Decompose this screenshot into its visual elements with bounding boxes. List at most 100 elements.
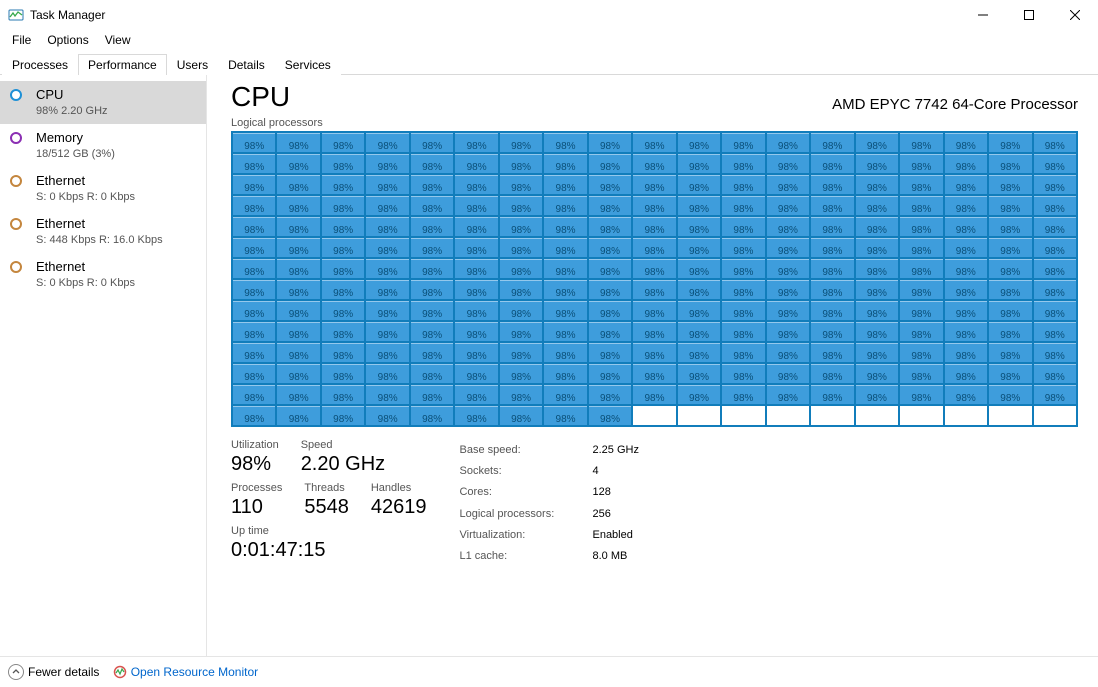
lp-cell: 98% — [632, 363, 676, 384]
lp-cell: 98% — [543, 195, 587, 216]
lp-cell: 98% — [588, 153, 632, 174]
lp-cell: 98% — [276, 258, 320, 279]
threads-label: Threads — [304, 482, 349, 494]
lp-cell: 98% — [543, 237, 587, 258]
lp-cell: 98% — [365, 279, 409, 300]
lp-cell: 98% — [588, 237, 632, 258]
lp-cell: 98% — [1033, 237, 1077, 258]
lp-cell: 98% — [899, 342, 943, 363]
sidebar-item-ethernet-0[interactable]: Ethernet S: 0 Kbps R: 0 Kbps — [0, 167, 206, 210]
tab-details[interactable]: Details — [218, 54, 275, 75]
lp-cell: 98% — [855, 258, 899, 279]
lp-cell: 98% — [899, 132, 943, 153]
stats-section: Utilization 98% Speed 2.20 GHz Processes… — [231, 439, 1078, 568]
lp-cell: 98% — [588, 342, 632, 363]
lp-cell: 98% — [632, 216, 676, 237]
lp-cell: 98% — [321, 279, 365, 300]
lp-cell: 98% — [899, 321, 943, 342]
menu-options[interactable]: Options — [39, 31, 96, 49]
sidebar-item-ethernet-2[interactable]: Ethernet S: 0 Kbps R: 0 Kbps — [0, 253, 206, 296]
menu-file[interactable]: File — [4, 31, 39, 49]
device-name: AMD EPYC 7742 64-Core Processor — [832, 96, 1078, 113]
lp-cell: 98% — [855, 384, 899, 405]
lp-cell: 98% — [632, 384, 676, 405]
lp-cell: 98% — [944, 216, 988, 237]
lp-cell: 98% — [899, 174, 943, 195]
lp-cell: 98% — [454, 258, 498, 279]
lp-cell: 98% — [499, 195, 543, 216]
open-resource-monitor-link[interactable]: Open Resource Monitor — [113, 665, 258, 680]
lp-cell: 98% — [810, 384, 854, 405]
lp-cell: 98% — [810, 153, 854, 174]
tab-services[interactable]: Services — [275, 54, 341, 75]
lp-cell: 98% — [499, 405, 543, 426]
lp-cell: 98% — [766, 174, 810, 195]
lp-cell: 98% — [588, 321, 632, 342]
content-pane: CPU AMD EPYC 7742 64-Core Processor Logi… — [207, 75, 1098, 656]
speed-value: 2.20 GHz — [301, 453, 385, 476]
lp-cell: 98% — [632, 174, 676, 195]
tab-performance[interactable]: Performance — [78, 54, 167, 75]
lp-cell: 98% — [321, 300, 365, 321]
sidebar-cpu-title: CPU — [36, 87, 108, 103]
lp-cell: 98% — [410, 363, 454, 384]
sidebar-item-cpu[interactable]: CPU 98% 2.20 GHz — [0, 81, 206, 124]
lp-cell: 98% — [677, 321, 721, 342]
lp-cell: 98% — [810, 279, 854, 300]
lp-cell: 98% — [588, 216, 632, 237]
lp-cell: 98% — [810, 216, 854, 237]
lp-cell: 98% — [276, 195, 320, 216]
lp-cell: 98% — [944, 363, 988, 384]
lp-cell — [677, 405, 721, 426]
lp-cell: 98% — [766, 384, 810, 405]
lp-cell: 98% — [232, 258, 276, 279]
lp-cell: 98% — [944, 342, 988, 363]
cores-value: 128 — [591, 483, 639, 502]
fewer-details-button[interactable]: Fewer details — [8, 664, 99, 680]
tab-processes[interactable]: Processes — [2, 54, 78, 75]
close-button[interactable] — [1052, 0, 1098, 30]
lp-cell: 98% — [855, 153, 899, 174]
lp-cell: 98% — [677, 153, 721, 174]
lp-label: Logical processors: — [458, 504, 589, 523]
tab-users[interactable]: Users — [167, 54, 218, 75]
menu-view[interactable]: View — [97, 31, 139, 49]
lp-cell: 98% — [1033, 216, 1077, 237]
lp-cell: 98% — [410, 153, 454, 174]
lp-cell — [899, 405, 943, 426]
lp-cell: 98% — [899, 363, 943, 384]
lp-cell: 98% — [988, 342, 1032, 363]
logical-processors-grid[interactable]: 98%98%98%98%98%98%98%98%98%98%98%98%98%9… — [231, 131, 1078, 427]
lp-cell: 98% — [365, 258, 409, 279]
uptime-label: Up time — [231, 525, 426, 537]
sidebar-item-memory[interactable]: Memory 18/512 GB (3%) — [0, 124, 206, 167]
sidebar-eth0-sub: S: 0 Kbps R: 0 Kbps — [36, 190, 135, 204]
lp-cell: 98% — [410, 342, 454, 363]
lp-cell: 98% — [1033, 300, 1077, 321]
lp-cell: 98% — [365, 195, 409, 216]
lp-cell: 98% — [721, 237, 765, 258]
handles-label: Handles — [371, 482, 427, 494]
handles-value: 42619 — [371, 496, 427, 519]
maximize-button[interactable] — [1006, 0, 1052, 30]
lp-cell — [1033, 405, 1077, 426]
sidebar-memory-sub: 18/512 GB (3%) — [36, 147, 115, 161]
minimize-button[interactable] — [960, 0, 1006, 30]
lp-cell — [632, 405, 676, 426]
lp-cell: 98% — [232, 216, 276, 237]
lp-cell: 98% — [988, 237, 1032, 258]
lp-cell: 98% — [499, 132, 543, 153]
sidebar-item-ethernet-1[interactable]: Ethernet S: 448 Kbps R: 16.0 Kbps — [0, 210, 206, 253]
lp-cell: 98% — [410, 195, 454, 216]
lp-cell: 98% — [855, 174, 899, 195]
lp-cell: 98% — [543, 279, 587, 300]
lp-cell: 98% — [1033, 195, 1077, 216]
lp-cell: 98% — [276, 216, 320, 237]
lp-cell: 98% — [232, 342, 276, 363]
lp-cell: 98% — [232, 321, 276, 342]
lp-cell: 98% — [588, 405, 632, 426]
lp-cell: 98% — [454, 153, 498, 174]
ethernet-icon — [10, 261, 26, 277]
lp-cell: 98% — [1033, 174, 1077, 195]
lp-cell: 98% — [499, 237, 543, 258]
